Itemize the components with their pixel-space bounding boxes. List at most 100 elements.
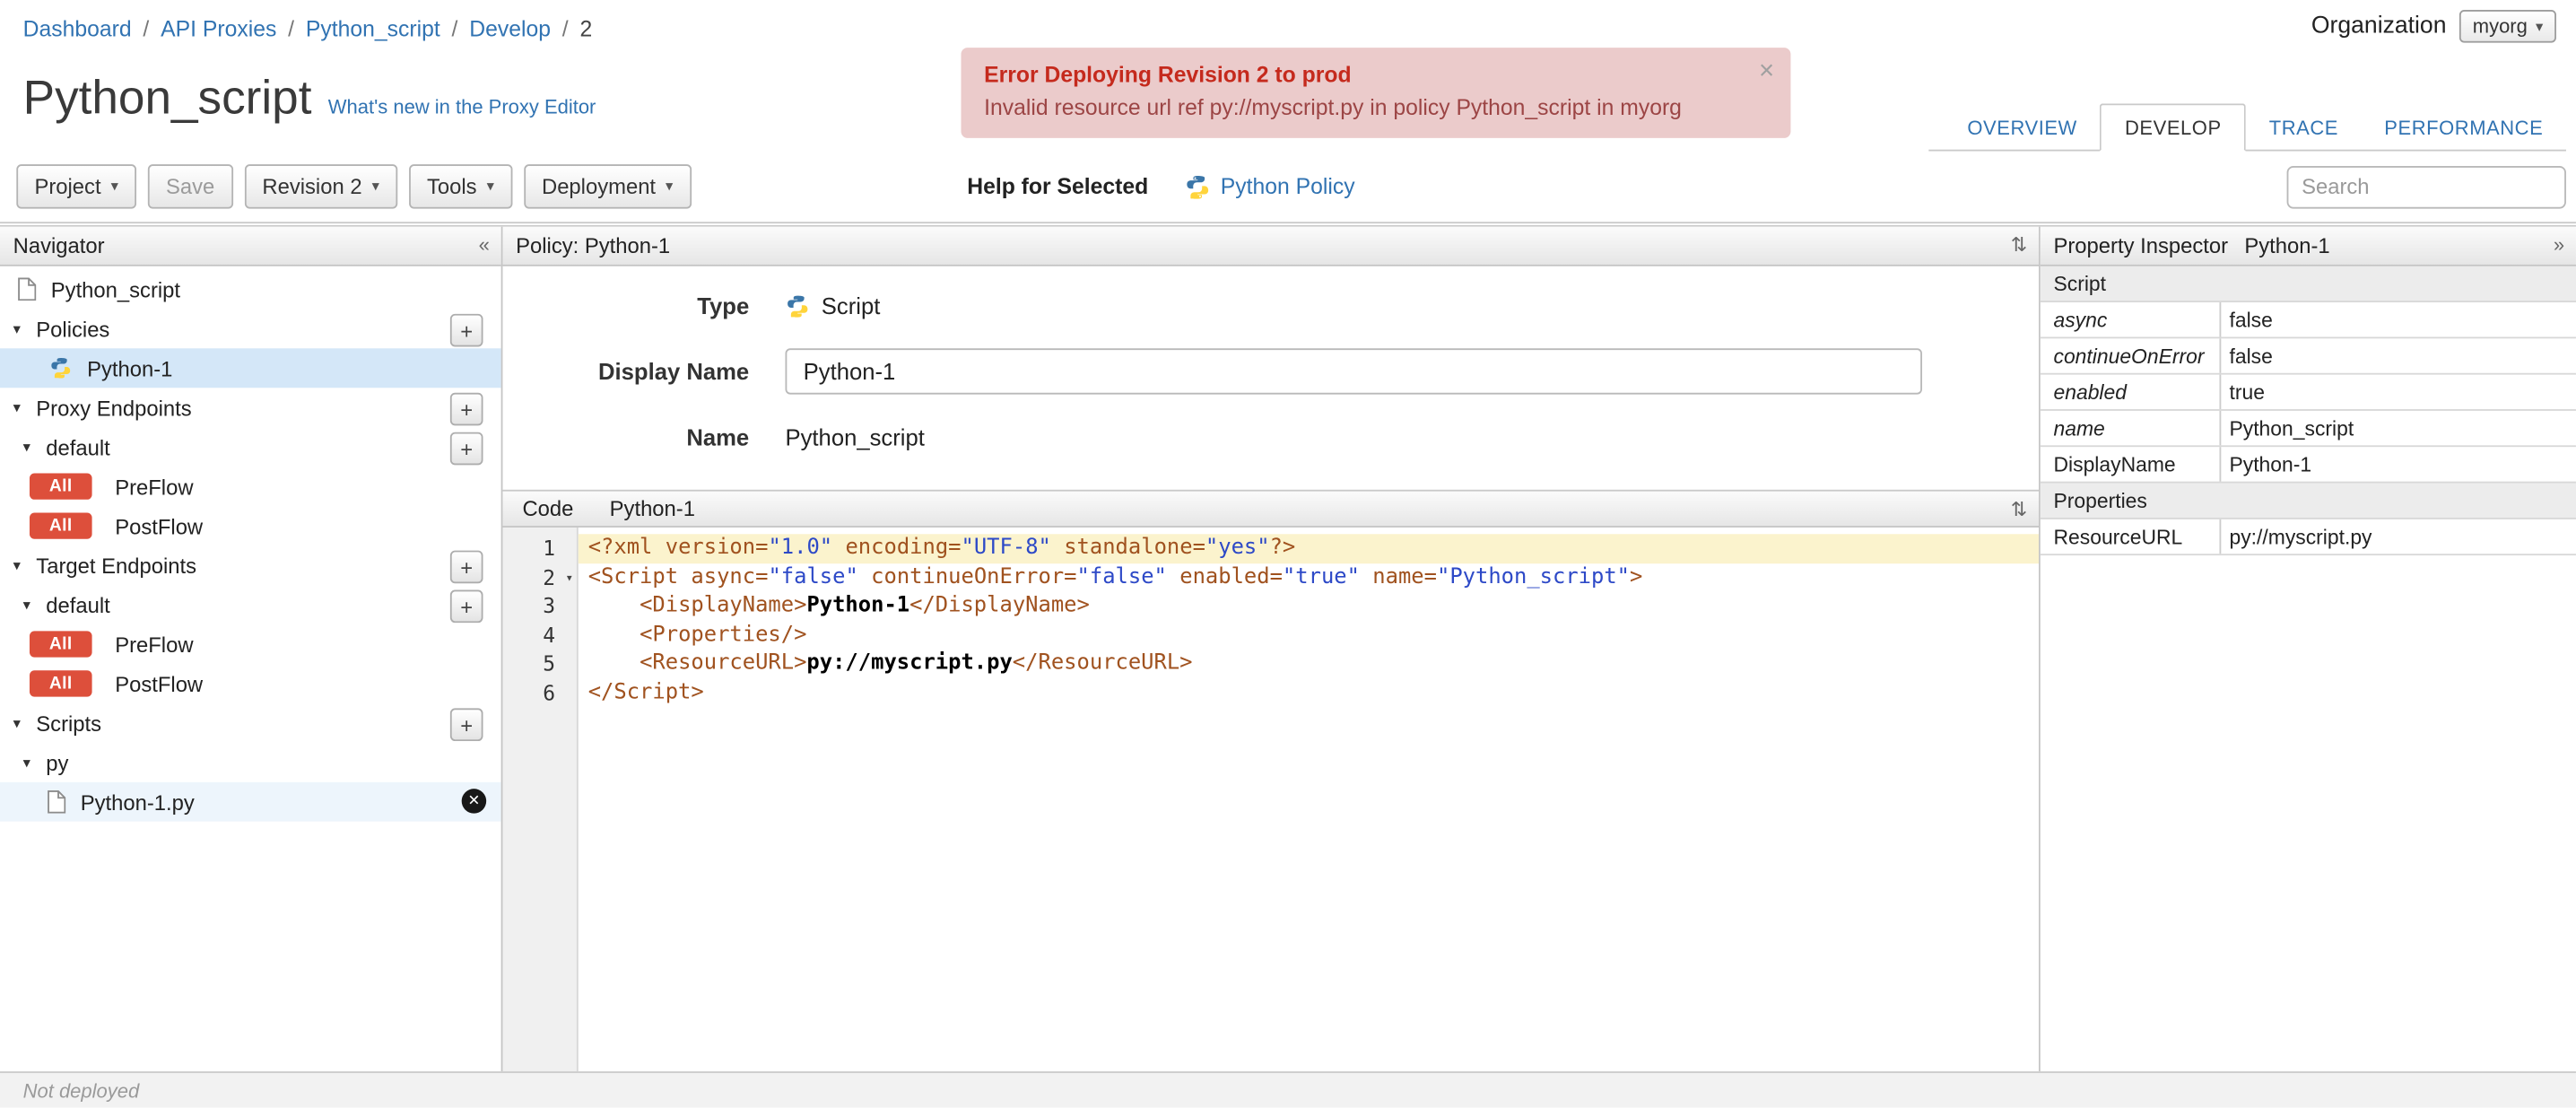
fold-icon[interactable]: ▾: [565, 563, 573, 591]
breadcrumb-separator: /: [561, 16, 569, 41]
add-proxy-endpoint-button[interactable]: +: [449, 392, 483, 426]
property-table: Script async false continueOnError false…: [2040, 266, 2576, 556]
tree-item-script-file[interactable]: Python-1.py ✕: [0, 781, 501, 822]
save-button[interactable]: Save: [147, 164, 233, 209]
navigator-header: Navigator «: [0, 226, 501, 266]
breadcrumb-separator: /: [288, 16, 295, 41]
tree-section-proxy-endpoints[interactable]: ▾ Proxy Endpoints +: [0, 388, 501, 427]
property-row-enabled[interactable]: enabled true: [2040, 374, 2576, 411]
flow-all-badge: All: [29, 512, 92, 539]
python-icon: [1184, 173, 1210, 199]
search-input[interactable]: [2286, 165, 2566, 208]
line-number: 2 ▾: [502, 563, 576, 591]
tree-expand-icon[interactable]: ▾: [23, 596, 43, 614]
line-number: 6: [543, 680, 556, 705]
breadcrumb-dashboard[interactable]: Dashboard: [23, 16, 132, 40]
whats-new-link[interactable]: What's new in the Proxy Editor: [328, 95, 596, 118]
property-row-name[interactable]: name Python_script: [2040, 410, 2576, 448]
tree-item-target-preflow[interactable]: All PreFlow: [0, 624, 501, 664]
tree-group-target-default[interactable]: ▾ default +: [0, 585, 501, 624]
code-editor[interactable]: 1 2 ▾ 3 4 5 6 <?xml version="1.0" encoding="UT…: [502, 527, 2040, 1074]
property-value: false: [2229, 308, 2273, 332]
policy-panel-title: Policy: Python-1: [516, 233, 671, 258]
add-policy-button[interactable]: +: [449, 313, 483, 347]
tree-group-py[interactable]: ▾ py: [0, 743, 501, 782]
code-line[interactable]: </Script>: [579, 678, 2039, 707]
property-row-displayname[interactable]: DisplayName Python-1: [2040, 447, 2576, 484]
add-flow-button[interactable]: +: [449, 589, 483, 624]
delete-script-icon[interactable]: ✕: [461, 789, 487, 814]
property-value: Python-1: [2229, 452, 2312, 476]
tree-section-scripts[interactable]: ▾ Scripts +: [0, 703, 501, 743]
tree-item-policy-python-1[interactable]: Python-1: [0, 348, 501, 388]
editor-panel: Policy: Python-1 ⇅ Type Script Display N…: [502, 226, 2041, 1074]
tree-item-label: Python_script: [50, 276, 181, 302]
tree-item-proxy-postflow[interactable]: All PostFlow: [0, 506, 501, 545]
collapse-panel-icon[interactable]: «: [479, 233, 490, 257]
python-icon: [49, 356, 73, 380]
add-target-endpoint-button[interactable]: +: [449, 550, 483, 584]
property-label: enabled: [2041, 374, 2222, 410]
deployment-menu-button[interactable]: Deployment ▾: [523, 164, 692, 209]
property-inspector-panel: Property Inspector Python-1 » Script asy…: [2040, 226, 2576, 1074]
tree-expand-icon[interactable]: ▾: [13, 556, 33, 574]
close-icon[interactable]: ×: [1759, 57, 1774, 87]
code-line[interactable]: <Properties/>: [579, 621, 2039, 650]
tree-item-label: PostFlow: [115, 513, 204, 538]
project-menu-button[interactable]: Project ▾: [16, 164, 137, 209]
navigator-panel: Navigator « Python_script ▾ Policies + P…: [0, 226, 503, 1074]
error-banner-message: Invalid resource url ref py://myscript.p…: [984, 95, 1682, 120]
tools-menu-button[interactable]: Tools ▾: [408, 164, 513, 209]
tree-expand-icon[interactable]: ▾: [13, 398, 33, 416]
property-row-resourceurl[interactable]: ResourceURL py://myscript.py: [2040, 519, 2576, 556]
tab-trace[interactable]: TRACE: [2246, 105, 2362, 149]
property-inspector-header: Property Inspector Python-1 »: [2040, 226, 2576, 266]
tree-item-proxy-root[interactable]: Python_script: [0, 269, 501, 309]
tree-expand-icon[interactable]: ▾: [23, 754, 43, 772]
organization-select[interactable]: myorg ▾: [2459, 9, 2556, 43]
add-script-button[interactable]: +: [449, 708, 483, 742]
tree-expand-icon[interactable]: ▾: [13, 319, 33, 337]
line-number: 4: [543, 622, 556, 648]
property-value: py://myscript.py: [2229, 525, 2372, 548]
tab-develop[interactable]: DEVELOP: [2100, 103, 2247, 152]
property-value: false: [2229, 344, 2273, 368]
code-line[interactable]: <?xml version="1.0" encoding="UTF-8" sta…: [578, 534, 2040, 563]
display-name-input[interactable]: [785, 348, 1922, 395]
flow-all-badge: All: [29, 631, 92, 658]
breadcrumb-proxy[interactable]: Python_script: [306, 16, 440, 40]
code-line[interactable]: <Script async="false" continueOnError="f…: [579, 563, 2039, 591]
revision-menu-button[interactable]: Revision 2 ▾: [244, 164, 398, 209]
flow-all-badge: All: [29, 670, 92, 697]
type-row: Type Script: [502, 292, 2039, 318]
chevron-down-icon: ▾: [110, 177, 118, 195]
code-line[interactable]: <DisplayName>Python-1</DisplayName>: [579, 592, 2039, 621]
collapse-section-icon[interactable]: ⇅: [2011, 498, 2027, 521]
tree-section-label: Policies: [36, 316, 110, 342]
tree-section-policies[interactable]: ▾ Policies +: [0, 309, 501, 348]
property-inspector-subtitle: Python-1: [2244, 233, 2330, 258]
tree-item-target-postflow[interactable]: All PostFlow: [0, 664, 501, 703]
type-value-text: Script: [821, 292, 881, 319]
navigator-title: Navigator: [13, 233, 105, 258]
property-inspector-title: Property Inspector: [2053, 233, 2229, 258]
breadcrumb-api-proxies[interactable]: API Proxies: [161, 16, 276, 40]
tree-expand-icon[interactable]: ▾: [13, 714, 33, 732]
tree-expand-icon[interactable]: ▾: [23, 438, 43, 456]
python-policy-help-link[interactable]: Python Policy: [1184, 173, 1355, 199]
tab-performance[interactable]: PERFORMANCE: [2362, 105, 2566, 149]
property-section-label: Properties: [2053, 488, 2147, 512]
display-name-row: Display Name: [502, 348, 2039, 395]
breadcrumb-develop[interactable]: Develop: [469, 16, 551, 40]
property-row-continueonerror[interactable]: continueOnError false: [2040, 338, 2576, 375]
tree-item-proxy-preflow[interactable]: All PreFlow: [0, 467, 501, 506]
expand-panel-icon[interactable]: »: [2554, 233, 2564, 257]
property-row-async[interactable]: async false: [2040, 302, 2576, 339]
tab-overview[interactable]: OVERVIEW: [1945, 105, 2101, 149]
tree-group-proxy-default[interactable]: ▾ default +: [0, 427, 501, 467]
collapse-section-icon[interactable]: ⇅: [2011, 233, 2027, 257]
tree-item-label: PreFlow: [115, 632, 194, 657]
code-line[interactable]: <ResourceURL>py://myscript.py</ResourceU…: [579, 650, 2039, 678]
add-flow-button[interactable]: +: [449, 432, 483, 466]
tree-section-target-endpoints[interactable]: ▾ Target Endpoints +: [0, 545, 501, 585]
